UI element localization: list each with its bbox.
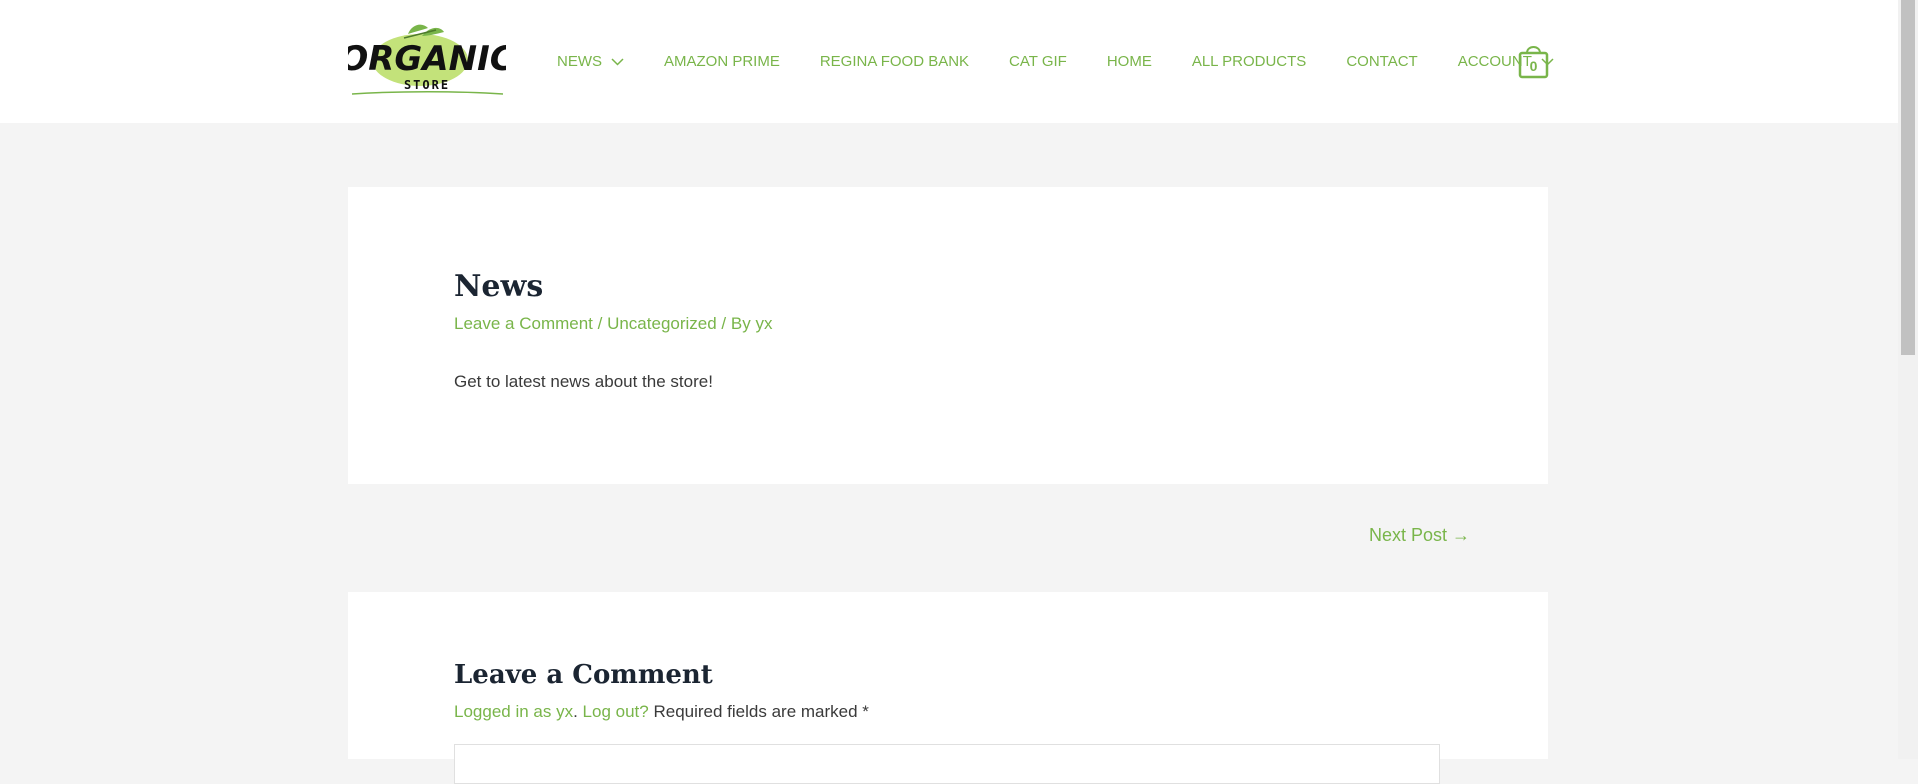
comments-title: Leave a Comment (454, 660, 713, 690)
next-post-link[interactable]: Next Post → (1369, 525, 1470, 546)
cart-count: 0 (1529, 58, 1538, 74)
organic-store-logo: ORGANIC STORE (348, 24, 506, 95)
logged-in-link[interactable]: Logged in as yx (454, 702, 573, 721)
nav-item-label: NEWS (557, 53, 602, 70)
site-logo[interactable]: ORGANIC STORE (348, 22, 506, 98)
svg-text:STORE: STORE (404, 78, 450, 92)
required-fields-text: Required fields are marked * (648, 702, 869, 721)
scrollbar-thumb[interactable] (1901, 0, 1915, 355)
post-meta: Leave a Comment / Uncategorized / By yx (454, 314, 772, 334)
logout-link[interactable]: Log out? (583, 702, 649, 721)
nav-item-label: CONTACT (1346, 53, 1418, 70)
nav-item-label: ALL PRODUCTS (1191, 53, 1307, 70)
svg-text:ORGANIC: ORGANIC (348, 39, 506, 79)
nav-item-regina-food-bank[interactable]: REGINA FOOD BANK (820, 53, 969, 70)
post-excerpt: Get to latest news about the store! (454, 372, 713, 391)
meta-separator: / (592, 314, 608, 333)
cart-button[interactable]: 0 (1518, 44, 1549, 79)
primary-nav: NEWS AMAZON PRIME REGINA FOOD BANK CAT G… (557, 0, 1594, 123)
site-header: ORGANIC STORE NEWS AMAZON PRIME REGINA F… (0, 0, 1898, 123)
category-link[interactable]: Uncategorized (607, 314, 717, 333)
notice-separator: . (573, 702, 583, 721)
nav-item-all-products[interactable]: ALL PRODUCTS (1192, 53, 1306, 70)
chevron-down-icon (611, 57, 624, 66)
comments-section: Leave a Comment Logged in as yx. Log out… (348, 592, 1548, 784)
nav-item-label: REGINA FOOD BANK (819, 53, 970, 70)
nav-item-contact[interactable]: CONTACT (1346, 53, 1417, 70)
author-link[interactable]: yx (755, 314, 772, 333)
leave-comment-link[interactable]: Leave a Comment (454, 314, 593, 333)
nav-item-label: CAT GIF (1009, 53, 1067, 70)
nav-item-label: HOME (1106, 53, 1152, 70)
nav-item-news[interactable]: NEWS (557, 53, 624, 70)
nav-item-amazon-prime[interactable]: AMAZON PRIME (664, 53, 780, 70)
comment-textarea[interactable] (454, 744, 1440, 784)
post-card: News Leave a Comment / Uncategorized / B… (348, 187, 1548, 484)
post-title: News (454, 269, 544, 304)
nav-item-label: AMAZON PRIME (664, 53, 780, 70)
nav-item-cat-gif[interactable]: CAT GIF (1009, 53, 1067, 70)
meta-separator: / By (716, 314, 756, 333)
page-scrollbar[interactable] (1898, 0, 1918, 759)
nav-item-home[interactable]: HOME (1107, 53, 1152, 70)
logged-in-notice: Logged in as yx. Log out? Required field… (454, 702, 869, 722)
